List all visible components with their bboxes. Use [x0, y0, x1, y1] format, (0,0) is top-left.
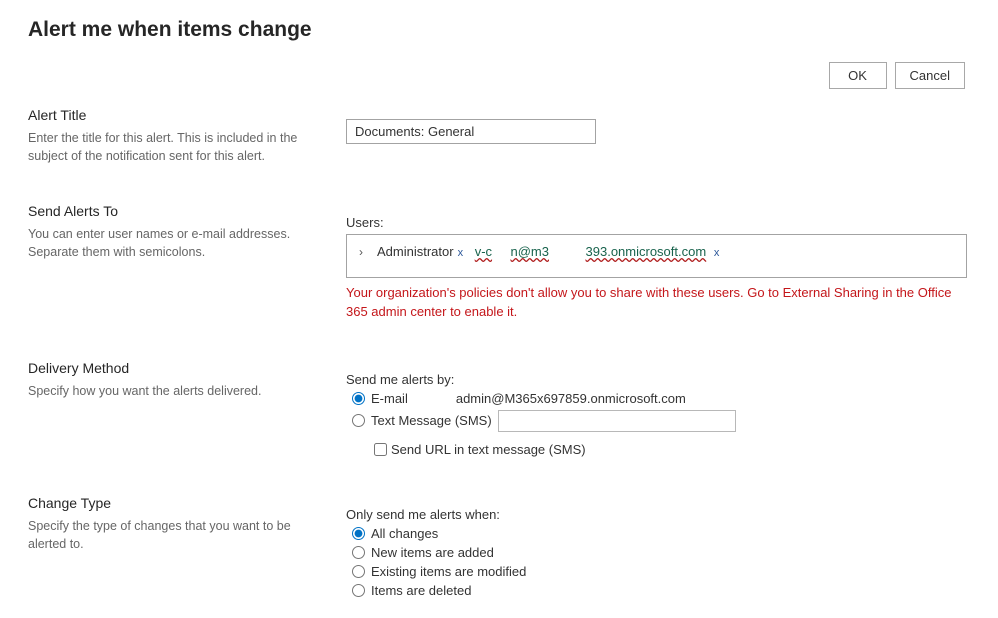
cancel-button[interactable]: Cancel	[895, 62, 965, 89]
users-input[interactable]: › Administrator x v-c n@m3 393.onmicrosof…	[346, 234, 967, 278]
page-title: Alert me when items change	[28, 18, 967, 42]
change-type-heading: Change Type	[28, 495, 326, 511]
change-type-option-label[interactable]: Existing items are modified	[371, 564, 526, 579]
remove-token-icon[interactable]: x	[714, 247, 720, 259]
send-alerts-to-heading: Send Alerts To	[28, 203, 326, 219]
remove-token-icon[interactable]: x	[458, 247, 464, 259]
alert-title-input[interactable]	[346, 119, 596, 144]
change-type-all-radio[interactable]	[352, 527, 365, 540]
email-radio[interactable]	[352, 392, 365, 405]
alert-title-desc: Enter the title for this alert. This is …	[28, 129, 326, 165]
delivery-method-heading: Delivery Method	[28, 360, 326, 376]
email-address: admin@M365x697859.onmicrosoft.com	[456, 391, 686, 406]
user-token: v-c	[475, 244, 492, 259]
ok-button[interactable]: OK	[829, 62, 887, 89]
user-token: Administrator	[377, 244, 454, 259]
sms-input[interactable]	[498, 410, 736, 432]
change-type-modified-radio[interactable]	[352, 565, 365, 578]
users-error-message: Your organization's policies don't allow…	[346, 284, 967, 322]
send-me-alerts-by-label: Send me alerts by:	[346, 372, 967, 387]
action-bar: OK Cancel	[28, 62, 967, 89]
change-type-option-label[interactable]: Items are deleted	[371, 583, 471, 598]
send-alerts-to-section: Send Alerts To You can enter user names …	[28, 203, 967, 322]
only-send-label: Only send me alerts when:	[346, 507, 967, 522]
change-type-deleted-radio[interactable]	[352, 584, 365, 597]
send-url-checkbox[interactable]	[374, 443, 387, 456]
user-token: n@m3	[511, 244, 550, 259]
change-type-option-label[interactable]: All changes	[371, 526, 438, 541]
sms-radio[interactable]	[352, 414, 365, 427]
profile-icon: ›	[359, 243, 363, 261]
delivery-method-section: Delivery Method Specify how you want the…	[28, 360, 967, 457]
change-type-new-radio[interactable]	[352, 546, 365, 559]
send-alerts-to-desc: You can enter user names or e-mail addre…	[28, 225, 326, 261]
send-url-label[interactable]: Send URL in text message (SMS)	[391, 442, 586, 457]
change-type-desc: Specify the type of changes that you wan…	[28, 517, 326, 553]
users-label: Users:	[346, 215, 967, 230]
sms-radio-label[interactable]: Text Message (SMS)	[371, 413, 492, 428]
delivery-method-desc: Specify how you want the alerts delivere…	[28, 382, 326, 400]
alert-title-heading: Alert Title	[28, 107, 326, 123]
user-token: 393.onmicrosoft.com	[586, 244, 707, 259]
email-radio-label[interactable]: E-mail	[371, 391, 408, 406]
alert-title-section: Alert Title Enter the title for this ale…	[28, 107, 967, 165]
change-type-section: Change Type Specify the type of changes …	[28, 495, 967, 602]
change-type-option-label[interactable]: New items are added	[371, 545, 494, 560]
